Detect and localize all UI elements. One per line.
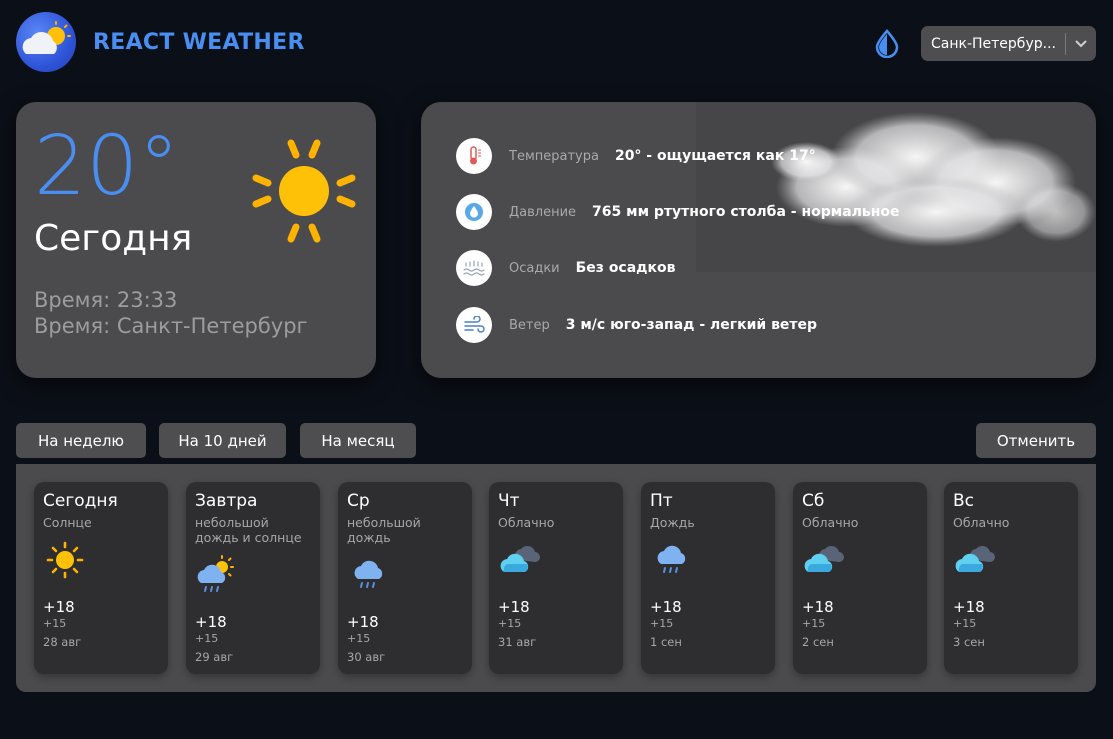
forecast-day-card[interactable]: Вс Облачно +18 +15 3 сен	[944, 482, 1078, 674]
detail-label: Давление	[509, 204, 577, 220]
day-name: Ср	[347, 491, 370, 511]
day-condition: Солнце	[43, 515, 92, 530]
day-condition: небольшой дождь и солнце	[195, 515, 302, 545]
forecast-panel: Сегодня Солнце +18 +15 28 авг Завтра неб…	[16, 464, 1096, 692]
day-temp-max: +18	[498, 598, 530, 616]
day-name: Чт	[498, 491, 520, 511]
tab-week[interactable]: На неделю	[16, 423, 146, 458]
today-temperature: 20°	[34, 119, 180, 214]
forecast-day-card[interactable]: Ср небольшой дождь +18 +15 30 авг	[338, 482, 472, 674]
detail-row-wind: Ветер 3 м/с юго-запад - легкий ветер	[456, 307, 817, 343]
forecast-day-card[interactable]: Пт Дождь +18 +15 1 сен	[641, 482, 775, 674]
detail-value: 3 м/с юго-запад - легкий ветер	[565, 317, 818, 333]
detail-row-temperature: Температура 20° - ощущается как 17°	[456, 138, 816, 174]
today-time: Время: 23:33	[34, 288, 178, 312]
sun-icon	[252, 139, 356, 243]
city-select[interactable]: Санк-Петербур...	[921, 26, 1096, 61]
detail-value: Без осадков	[575, 260, 676, 276]
theme-toggle-button[interactable]	[872, 28, 902, 59]
detail-label: Температура	[509, 148, 599, 164]
rain-icon	[353, 559, 384, 588]
detail-value: 20° - ощущается как 17°	[614, 148, 816, 164]
day-condition: небольшой дождь	[347, 515, 421, 545]
city-select-value: Санк-Петербур...	[931, 35, 1056, 52]
cloudy-icon	[500, 545, 540, 572]
day-condition: Облачно	[802, 515, 859, 530]
detail-value: 765 мм ртутного столба - нормальное	[592, 204, 900, 220]
day-temp-min: +15	[498, 617, 522, 630]
thermometer-icon	[456, 138, 492, 174]
cancel-button[interactable]: Отменить	[976, 423, 1096, 458]
day-temp-max: +18	[195, 613, 227, 631]
chevron-down-icon[interactable]	[1066, 39, 1096, 49]
day-temp-min: +15	[802, 617, 826, 630]
sun-rain-icon	[196, 555, 234, 592]
forecast-day-card[interactable]: Сб Облачно +18 +15 2 сен	[793, 482, 927, 674]
day-date: 30 авг	[347, 650, 386, 664]
cloud-background-image	[696, 102, 1096, 272]
day-name: Вс	[953, 491, 975, 511]
details-card: Температура 20° - ощущается как 17° Давл…	[421, 102, 1096, 378]
day-date: 2 сен	[802, 635, 834, 649]
day-temp-max: +18	[802, 598, 834, 616]
day-temp-max: +18	[43, 598, 75, 616]
sun-icon	[46, 541, 84, 579]
day-temp-min: +15	[953, 617, 977, 630]
forecast-day-card[interactable]: Сегодня Солнце +18 +15 28 авг	[34, 482, 168, 674]
day-name: Пт	[650, 491, 673, 511]
detail-row-pressure: Давление 765 мм ртутного столба - нормал…	[456, 194, 900, 230]
day-temp-max: +18	[650, 598, 682, 616]
today-city: Время: Санкт-Петербург	[34, 314, 308, 338]
day-date: 31 авг	[498, 635, 537, 649]
app-title: REACT WEATHER	[93, 30, 305, 55]
day-condition: Дождь	[650, 515, 695, 530]
day-condition: Облачно	[498, 515, 555, 530]
day-temp-min: +15	[347, 632, 371, 645]
day-date: 28 авг	[43, 635, 82, 649]
day-date: 29 авг	[195, 650, 234, 664]
tab-month[interactable]: На месяц	[300, 423, 416, 458]
day-temp-max: +18	[953, 598, 985, 616]
rain-icon	[656, 544, 687, 573]
day-temp-max: +18	[347, 613, 379, 631]
day-date: 1 сен	[650, 635, 682, 649]
detail-label: Ветер	[509, 317, 550, 333]
forecast-day-card[interactable]: Чт Облачно +18 +15 31 авг	[489, 482, 623, 674]
drop-icon	[875, 29, 899, 59]
app-root: REACT WEATHER Санк-Петербур... 20° Сегод…	[0, 0, 1113, 739]
day-temp-min: +15	[43, 617, 67, 630]
today-card: 20° Сегодня Время: 23:33 Время: Санкт-Пе…	[16, 102, 376, 378]
logo-icon[interactable]	[16, 12, 76, 72]
tab-ten-days[interactable]: На 10 дней	[159, 423, 286, 458]
today-label: Сегодня	[34, 218, 193, 259]
cloudy-icon	[955, 545, 995, 572]
day-date: 3 сен	[953, 635, 985, 649]
detail-row-precipitation: Осадки Без осадков	[456, 250, 675, 286]
day-temp-min: +15	[650, 617, 674, 630]
header: REACT WEATHER Санк-Петербур...	[16, 12, 1096, 74]
precipitation-icon	[456, 250, 492, 286]
detail-label: Осадки	[509, 260, 560, 276]
cloudy-icon	[804, 545, 844, 572]
pressure-icon	[456, 194, 492, 230]
forecast-day-card[interactable]: Завтра небольшой дождь и солнце +18 +15 …	[186, 482, 320, 674]
day-temp-min: +15	[195, 632, 219, 645]
wind-icon	[456, 307, 492, 343]
day-name: Сегодня	[43, 491, 118, 511]
day-name: Завтра	[195, 491, 258, 511]
day-condition: Облачно	[953, 515, 1010, 530]
day-name: Сб	[802, 491, 825, 511]
